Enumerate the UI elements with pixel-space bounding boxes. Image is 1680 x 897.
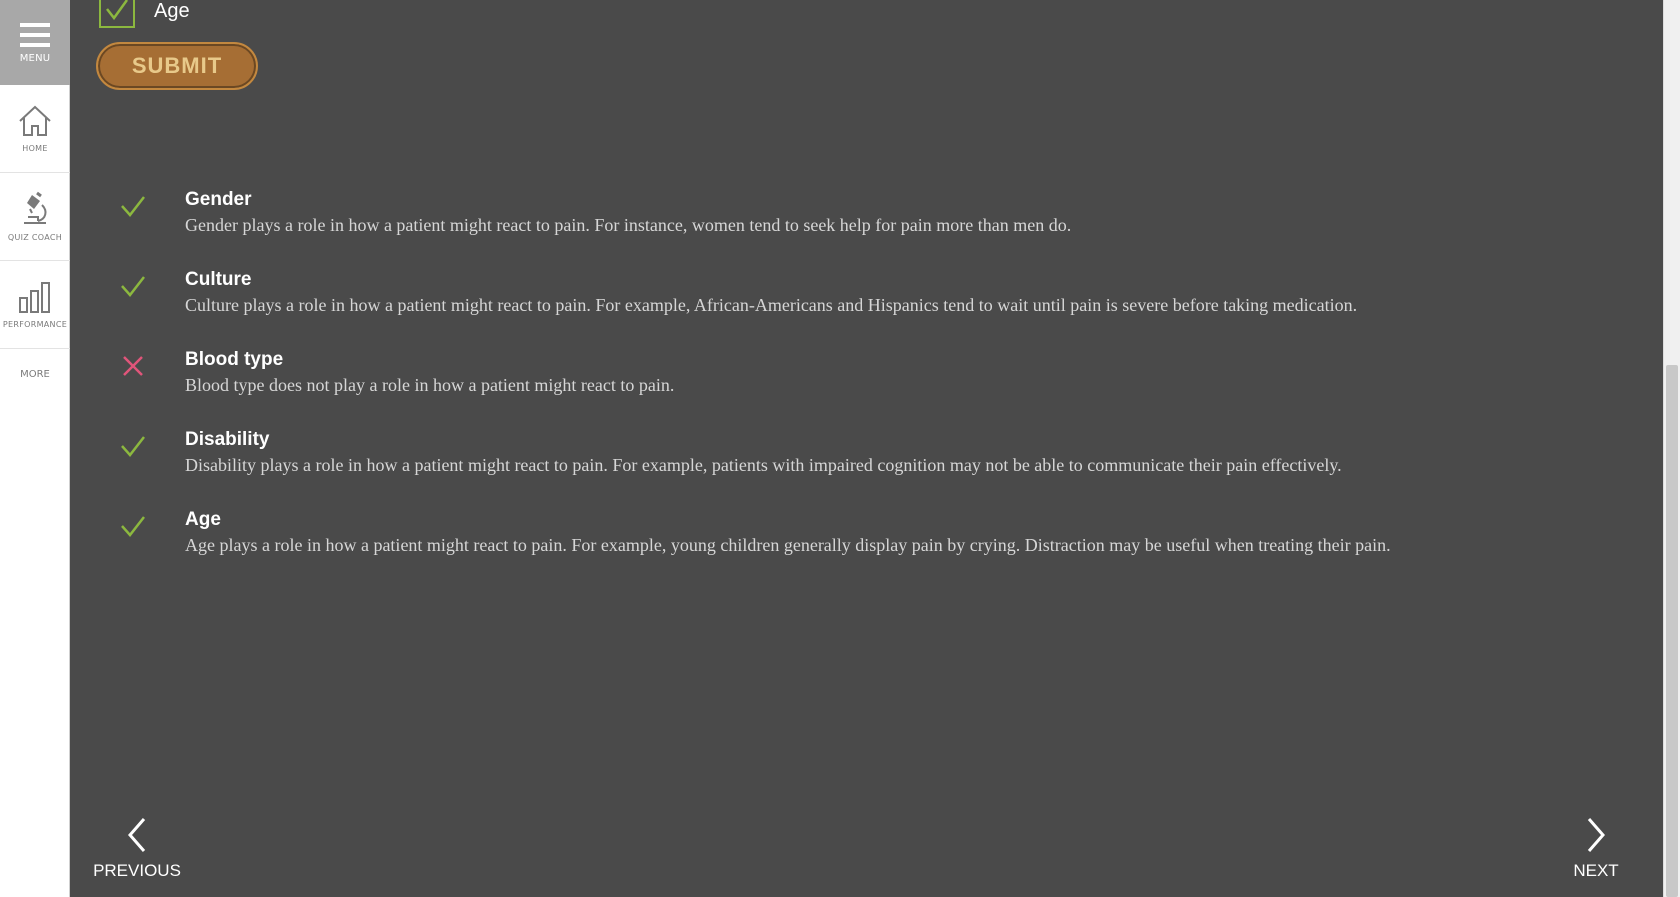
sidebar: MENU HOME QUIZ COACH PERFORMANCE MORE	[0, 0, 70, 897]
checkmark-icon	[121, 196, 145, 217]
sidebar-item-performance[interactable]: PERFORMANCE	[0, 261, 70, 349]
feedback-list: Gender Gender plays a role in how a pati…	[70, 188, 1470, 588]
feedback-title: Blood type	[185, 349, 284, 370]
check-icon	[106, 0, 129, 21]
checkmark-icon	[121, 436, 145, 457]
checkmark-icon	[121, 276, 145, 297]
bar-chart-icon	[19, 282, 50, 313]
feedback-item-culture: Culture Culture plays a role in how a pa…	[70, 268, 1470, 318]
sidebar-item-home[interactable]: HOME	[0, 85, 70, 173]
option-label-age: Age	[154, 0, 190, 22]
microscope-icon	[24, 191, 47, 224]
checkmark-icon	[121, 516, 145, 537]
next-button[interactable]: NEXT	[1551, 815, 1641, 881]
submit-button[interactable]: SUBMIT	[96, 42, 258, 90]
sidebar-item-label: HOME	[22, 144, 48, 153]
hamburger-icon	[20, 23, 50, 47]
feedback-text: Blood type does not play a role in how a…	[185, 375, 675, 395]
feedback-text: Age plays a role in how a patient might …	[185, 535, 1391, 555]
main-content: Age SUBMIT Gender Gender plays a role in…	[70, 0, 1663, 897]
sidebar-item-label: QUIZ COACH	[7, 233, 63, 242]
feedback-item-disability: Disability Disability plays a role in ho…	[70, 428, 1470, 478]
sidebar-item-label: PERFORMANCE	[2, 320, 68, 329]
feedback-title: Culture	[185, 269, 252, 290]
sidebar-item-quiz-coach[interactable]: QUIZ COACH	[0, 173, 70, 261]
feedback-title: Age	[185, 509, 221, 530]
feedback-item-gender: Gender Gender plays a role in how a pati…	[70, 188, 1470, 238]
feedback-title: Gender	[185, 189, 252, 210]
option-checkbox-age[interactable]	[99, 0, 135, 28]
feedback-text: Disability plays a role in how a patient…	[185, 455, 1342, 475]
feedback-text: Culture plays a role in how a patient mi…	[185, 295, 1358, 315]
menu-label: MENU	[19, 53, 51, 64]
feedback-item-blood-type: Blood type Blood type does not play a ro…	[70, 348, 1470, 398]
vertical-scrollbar[interactable]	[1663, 0, 1680, 897]
x-mark-icon	[123, 356, 143, 376]
home-icon	[19, 105, 51, 136]
scrollbar-thumb[interactable]	[1666, 365, 1678, 897]
previous-button[interactable]: PREVIOUS	[92, 815, 182, 881]
feedback-text: Gender plays a role in how a patient mig…	[185, 215, 1072, 235]
previous-label: PREVIOUS	[93, 861, 181, 880]
sidebar-item-more[interactable]: MORE	[0, 349, 70, 399]
next-label: NEXT	[1573, 861, 1619, 880]
feedback-item-age: Age Age plays a role in how a patient mi…	[70, 508, 1470, 558]
feedback-title: Disability	[185, 429, 270, 450]
chevron-right-icon	[1587, 818, 1605, 852]
menu-button[interactable]: MENU	[0, 0, 70, 85]
chevron-left-icon	[128, 818, 146, 852]
